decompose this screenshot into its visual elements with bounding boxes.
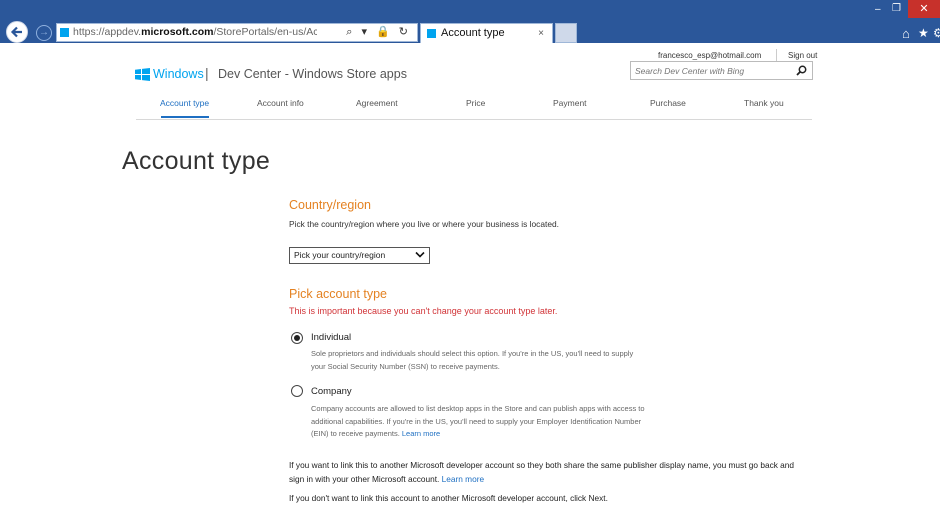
link-account-learn-more-link[interactable]: Learn more bbox=[442, 474, 484, 484]
account-type-warning: This is important because you can't chan… bbox=[289, 306, 558, 316]
sign-out-link[interactable]: Sign out bbox=[788, 51, 817, 60]
home-icon[interactable]: ⌂ bbox=[902, 26, 910, 41]
country-select-value: Pick your country/region bbox=[294, 250, 386, 260]
company-description: Company accounts are allowed to list des… bbox=[311, 403, 651, 441]
tab-title: Account type bbox=[441, 27, 505, 39]
tab-close-icon[interactable]: × bbox=[538, 24, 544, 43]
url-domain: microsoft.com bbox=[141, 26, 214, 38]
country-region-select[interactable]: Pick your country/region bbox=[289, 247, 430, 264]
step-account-info[interactable]: Account info bbox=[257, 98, 304, 108]
site-title[interactable]: Dev Center - Windows Store apps bbox=[218, 67, 407, 81]
logo-separator: | bbox=[205, 65, 209, 81]
radio-selected-dot bbox=[294, 335, 300, 341]
tab-favicon-icon bbox=[427, 29, 436, 38]
individual-label[interactable]: Individual bbox=[311, 332, 351, 343]
individual-radio[interactable] bbox=[291, 332, 303, 344]
step-price[interactable]: Price bbox=[466, 98, 485, 108]
link-account-note-text: If you want to link this to another Micr… bbox=[289, 460, 795, 484]
url-text[interactable]: https://appdev.microsoft.com/StorePortal… bbox=[73, 24, 317, 41]
settings-gear-icon[interactable]: ⚙ bbox=[933, 26, 940, 40]
no-link-note: If you don't want to link this account t… bbox=[289, 493, 608, 503]
step-purchase[interactable]: Purchase bbox=[650, 98, 686, 108]
tab-account-type[interactable]: Account type × bbox=[420, 23, 553, 43]
forward-button[interactable]: → bbox=[36, 25, 52, 41]
country-region-help: Pick the country/region where you live o… bbox=[289, 219, 559, 229]
back-arrow-icon bbox=[10, 26, 22, 38]
step-thank-you[interactable]: Thank you bbox=[744, 98, 784, 108]
browser-chrome: → https://appdev.microsoft.com/StorePort… bbox=[0, 0, 940, 43]
minimize-icon[interactable]: – bbox=[875, 4, 881, 15]
close-window-icon[interactable]: ✕ bbox=[908, 0, 940, 18]
logo-text[interactable]: Windows bbox=[153, 67, 204, 81]
individual-description: Sole proprietors and individuals should … bbox=[311, 349, 634, 371]
link-account-note: If you want to link this to another Micr… bbox=[289, 459, 809, 486]
company-radio[interactable] bbox=[291, 385, 303, 397]
url-prefix: https://appdev. bbox=[73, 26, 142, 38]
windows-logo-icon bbox=[135, 68, 150, 81]
maximize-icon[interactable]: ❐ bbox=[892, 3, 901, 14]
address-bar[interactable]: https://appdev.microsoft.com/StorePortal… bbox=[56, 23, 418, 42]
header-divider bbox=[776, 49, 777, 61]
signup-steps-nav: Account type Account info Agreement Pric… bbox=[136, 92, 812, 120]
address-bar-icons[interactable]: ⌕ ▾ 🔒 ↻ bbox=[346, 24, 411, 41]
active-step-indicator bbox=[161, 116, 209, 118]
company-learn-more-link[interactable]: Learn more bbox=[402, 429, 440, 438]
favorites-star-icon[interactable]: ★ bbox=[918, 26, 929, 40]
company-description-text: Company accounts are allowed to list des… bbox=[311, 404, 645, 438]
step-agreement[interactable]: Agreement bbox=[356, 98, 398, 108]
search-icon[interactable] bbox=[796, 65, 807, 76]
chevron-down-icon bbox=[415, 251, 425, 258]
step-payment[interactable]: Payment bbox=[553, 98, 587, 108]
new-tab-button[interactable] bbox=[555, 23, 577, 43]
page-title: Account type bbox=[122, 147, 271, 175]
country-region-heading: Country/region bbox=[289, 198, 371, 212]
user-email: francesco_esp@hotmail.com bbox=[658, 51, 762, 60]
company-label[interactable]: Company bbox=[311, 386, 352, 397]
search-input[interactable] bbox=[635, 64, 785, 77]
back-button[interactable] bbox=[6, 21, 28, 43]
url-path: /StorePortals/en-us/Account/Signup/Selec… bbox=[213, 26, 317, 38]
site-favicon-icon bbox=[60, 28, 69, 37]
account-type-heading: Pick account type bbox=[289, 287, 387, 301]
search-box[interactable] bbox=[630, 61, 813, 80]
step-account-type[interactable]: Account type bbox=[160, 98, 209, 108]
